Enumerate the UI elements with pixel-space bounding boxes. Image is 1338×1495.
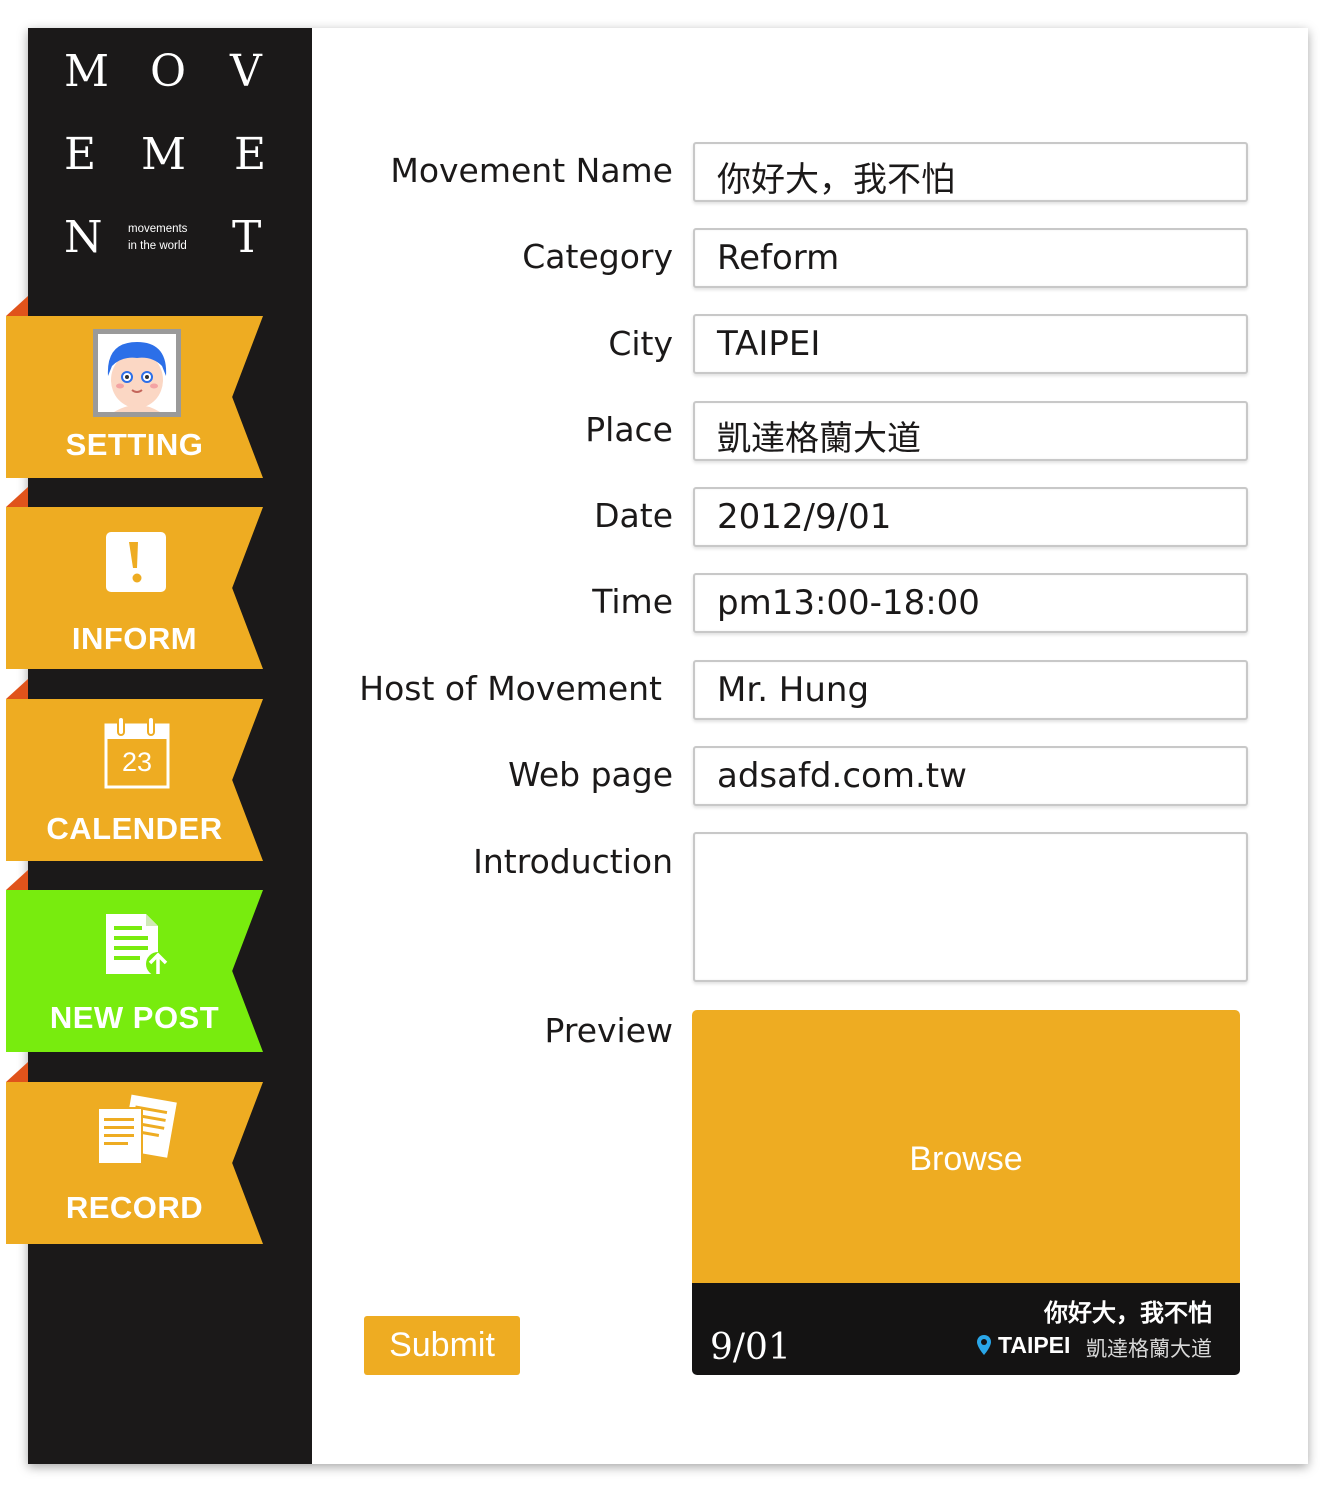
exclamation-icon bbox=[104, 530, 168, 598]
nav-item-calender[interactable]: 23 CALENDER bbox=[6, 679, 263, 861]
movement-name-label: Movement Name bbox=[390, 151, 673, 190]
preview-city: TAIPEI bbox=[998, 1332, 1071, 1358]
movement-name-field[interactable]: 你好大，我不怕 bbox=[693, 142, 1248, 202]
place-field[interactable]: 凱達格蘭大道 bbox=[693, 401, 1248, 461]
browse-image-area[interactable]: Browse bbox=[692, 1010, 1240, 1283]
logo-tagline-line1: movements bbox=[128, 223, 188, 235]
calendar-day: 23 bbox=[121, 747, 153, 777]
logo-tagline-line2: in the world bbox=[128, 240, 187, 252]
logo-tagline: movements in the world bbox=[128, 221, 187, 255]
introduction-textarea[interactable] bbox=[693, 832, 1248, 982]
host-label: Host of Movement bbox=[359, 669, 662, 708]
calendar-icon: 23 bbox=[104, 715, 170, 789]
web-page-field[interactable]: adsafd.com.tw bbox=[693, 746, 1248, 806]
nav-label: RECORD bbox=[65, 1190, 204, 1225]
host-value: Mr. Hung bbox=[717, 670, 870, 710]
logo-letter: E bbox=[64, 129, 97, 180]
place-label: Place bbox=[585, 410, 673, 449]
nav-item-record[interactable]: RECORD bbox=[6, 1062, 263, 1244]
city-label: City bbox=[608, 324, 673, 363]
host-field[interactable]: Mr. Hung bbox=[693, 660, 1248, 720]
preview-info-bar: 9/01 你好大，我不怕 TAIPEI 凱達格蘭大道 bbox=[692, 1283, 1240, 1375]
time-field[interactable]: pm13:00-18:00 bbox=[693, 573, 1248, 633]
nav-item-setting[interactable]: SETTING bbox=[6, 296, 263, 478]
preview-date: 9/01 bbox=[710, 1327, 791, 1368]
logo-letter: V bbox=[230, 46, 262, 97]
logo-letter: M bbox=[141, 129, 187, 180]
category-label: Category bbox=[522, 237, 673, 276]
ribbon-fold bbox=[6, 296, 28, 316]
time-value: pm13:00-18:00 bbox=[717, 583, 980, 623]
avatar-icon bbox=[92, 328, 182, 422]
category-field[interactable]: Reform bbox=[693, 228, 1248, 288]
ribbon-fold bbox=[6, 679, 28, 699]
movement-name-value: 你好大，我不怕 bbox=[717, 160, 955, 200]
city-field[interactable]: TAIPEI bbox=[693, 314, 1248, 374]
nav-label: INFORM bbox=[71, 621, 198, 656]
preview-card: Browse 9/01 你好大，我不怕 TAIPEI 凱達格蘭大道 bbox=[692, 1010, 1240, 1375]
nav-label: NEW POST bbox=[49, 1000, 220, 1035]
web-page-value: adsafd.com.tw bbox=[717, 756, 967, 796]
place-value: 凱達格蘭大道 bbox=[717, 419, 921, 459]
logo-letter: T bbox=[232, 212, 262, 263]
nav-label: SETTING bbox=[65, 427, 204, 462]
submit-button[interactable]: Submit bbox=[364, 1316, 520, 1375]
date-label: Date bbox=[594, 496, 673, 535]
logo-letter: M bbox=[64, 46, 110, 97]
location-pin-icon bbox=[977, 1335, 991, 1359]
time-label: Time bbox=[592, 582, 673, 621]
logo-letter: O bbox=[150, 46, 187, 97]
ribbon-fold bbox=[6, 870, 28, 890]
introduction-label: Introduction bbox=[473, 842, 673, 881]
city-value: TAIPEI bbox=[717, 324, 821, 364]
date-value: 2012/9/01 bbox=[717, 497, 892, 537]
ribbon-fold bbox=[6, 1062, 28, 1082]
preview-label: Preview bbox=[544, 1011, 673, 1050]
web-page-label: Web page bbox=[508, 755, 673, 794]
browse-button[interactable]: Browse bbox=[692, 1140, 1240, 1179]
logo-letter: N bbox=[64, 212, 103, 263]
ribbon-fold bbox=[6, 487, 28, 507]
preview-title: 你好大，我不怕 bbox=[1044, 1298, 1212, 1327]
nav-label: CALENDER bbox=[46, 811, 223, 846]
nav-item-inform[interactable]: INFORM bbox=[6, 487, 263, 669]
document-upload-icon bbox=[104, 912, 172, 982]
documents-icon bbox=[96, 1094, 178, 1170]
logo-letter: E bbox=[234, 129, 267, 180]
preview-place: 凱達格蘭大道 bbox=[1086, 1337, 1212, 1361]
category-value: Reform bbox=[717, 238, 840, 278]
date-field[interactable]: 2012/9/01 bbox=[693, 487, 1248, 547]
nav-item-new-post[interactable]: NEW POST bbox=[6, 870, 263, 1052]
